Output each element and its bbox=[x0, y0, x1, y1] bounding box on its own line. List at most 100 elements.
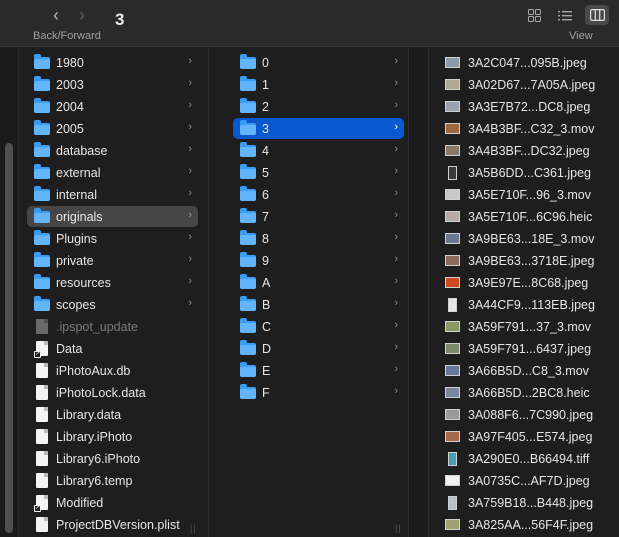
folder-item[interactable]: 2004 › bbox=[27, 96, 198, 117]
file-item[interactable]: 3A5E710F...6C96.heic bbox=[439, 206, 619, 227]
folder-item[interactable]: 1980 › bbox=[27, 52, 198, 73]
file-item[interactable]: iPhotoLock.data bbox=[27, 382, 198, 403]
folder-item[interactable]: B › bbox=[233, 294, 404, 315]
column-3-scrollbar[interactable] bbox=[409, 48, 429, 537]
image-thumbnail-icon bbox=[445, 365, 460, 376]
folder-item[interactable]: D › bbox=[233, 338, 404, 359]
view-label: View bbox=[569, 30, 593, 42]
folder-item[interactable]: 4 › bbox=[233, 140, 404, 161]
folder-item[interactable]: originals › bbox=[27, 206, 198, 227]
folder-item[interactable]: C › bbox=[233, 316, 404, 337]
file-item[interactable]: 3A66B5D...2BC8.heic bbox=[439, 382, 619, 403]
file-item[interactable]: 3A9BE63...18E_3.mov bbox=[439, 228, 619, 249]
file-item[interactable]: 3A5B6DD...C361.jpeg bbox=[439, 162, 619, 183]
back-button[interactable]: ‹ bbox=[46, 5, 66, 25]
file-item[interactable]: 3A0735C...AF7D.jpeg bbox=[439, 470, 619, 491]
folder-item[interactable]: Plugins › bbox=[27, 228, 198, 249]
scrollbar-thumb[interactable] bbox=[5, 143, 13, 533]
file-item[interactable]: 3A4B3BF...DC32.jpeg bbox=[439, 140, 619, 161]
chevron-right-icon: › bbox=[394, 209, 398, 221]
item-label: 3A59F791...37_3.mov bbox=[468, 319, 591, 334]
image-thumbnail-icon bbox=[448, 495, 457, 510]
browser-column-2[interactable]: 0 › 1 › 2 › 3 › 4 › 5 › 6 › 7 › 8 › 9 › A › B › C › D › E › F › || bbox=[208, 48, 407, 537]
list-view-button[interactable] bbox=[553, 5, 577, 25]
folder-item[interactable]: 2005 › bbox=[27, 118, 198, 139]
column-1-scrollbar[interactable] bbox=[0, 48, 19, 537]
folder-item[interactable]: F › bbox=[233, 382, 404, 403]
item-label: Library.iPhoto bbox=[56, 429, 133, 444]
item-label: 8 bbox=[262, 231, 269, 246]
folder-item[interactable]: 8 › bbox=[233, 228, 404, 249]
file-item[interactable]: ↗ Data bbox=[27, 338, 198, 359]
item-label: 2 bbox=[262, 99, 269, 114]
file-item[interactable]: Library6.temp bbox=[27, 470, 198, 491]
folder-item[interactable]: E › bbox=[233, 360, 404, 381]
folder-item[interactable]: resources › bbox=[27, 272, 198, 293]
item-label: 7 bbox=[262, 209, 269, 224]
item-label: 3A5B6DD...C361.jpeg bbox=[468, 165, 591, 180]
chevron-right-icon: › bbox=[188, 99, 192, 111]
item-label: iPhotoLock.data bbox=[56, 385, 146, 400]
column-resize-handle[interactable]: || bbox=[395, 523, 402, 533]
file-item[interactable]: 3A2C047...095B.jpeg bbox=[439, 52, 619, 73]
file-item[interactable]: 3A3E7B72...DC8.jpeg bbox=[439, 96, 619, 117]
item-label: database bbox=[56, 143, 108, 158]
folder-item[interactable]: 2 › bbox=[233, 96, 404, 117]
browser-column-3[interactable]: 3A2C047...095B.jpeg 3A02D67...7A05A.jpeg 3… bbox=[408, 48, 619, 537]
file-item[interactable]: 3A825AA...56F4F.jpeg bbox=[439, 514, 619, 535]
file-item[interactable]: 3A5E710F...96_3.mov bbox=[439, 184, 619, 205]
folder-item[interactable]: 7 › bbox=[233, 206, 404, 227]
chevron-right-icon: › bbox=[394, 275, 398, 287]
folder-item[interactable]: scopes › bbox=[27, 294, 198, 315]
folder-item[interactable]: 5 › bbox=[233, 162, 404, 183]
file-item[interactable]: Library6.iPhoto bbox=[27, 448, 198, 469]
file-item[interactable]: .ipspot_update bbox=[27, 316, 198, 337]
alias-arrow-icon: ↗ bbox=[34, 505, 41, 512]
image-thumbnail-icon bbox=[448, 297, 457, 312]
folder-item[interactable]: A › bbox=[233, 272, 404, 293]
file-item[interactable]: 3A44CF9...113EB.jpeg bbox=[439, 294, 619, 315]
file-item[interactable]: ProjectDBVersion.plist bbox=[27, 514, 198, 535]
folder-item[interactable]: private › bbox=[27, 250, 198, 271]
icon-view-button[interactable] bbox=[522, 5, 546, 25]
folder-item[interactable]: 1 › bbox=[233, 74, 404, 95]
document-icon bbox=[36, 451, 48, 466]
folder-icon bbox=[240, 207, 256, 223]
folder-item[interactable]: 3 › bbox=[233, 118, 404, 139]
column-view-button[interactable] bbox=[585, 5, 609, 25]
forward-button[interactable]: › bbox=[72, 5, 92, 25]
folder-item[interactable]: 6 › bbox=[233, 184, 404, 205]
alias-document-icon: ↗ bbox=[34, 341, 48, 358]
image-thumbnail-icon bbox=[445, 475, 460, 486]
file-item[interactable]: 3A02D67...7A05A.jpeg bbox=[439, 74, 619, 95]
file-item[interactable]: 3A9BE63...3718E.jpeg bbox=[439, 250, 619, 271]
folder-item[interactable]: 9 › bbox=[233, 250, 404, 271]
column-resize-handle[interactable]: || bbox=[190, 523, 197, 533]
folder-item[interactable]: 2003 › bbox=[27, 74, 198, 95]
folder-item[interactable]: internal › bbox=[27, 184, 198, 205]
file-item[interactable]: 3A290E0...B66494.tiff bbox=[439, 448, 619, 469]
file-item[interactable]: 3A088F6...7C990.jpeg bbox=[439, 404, 619, 425]
browser-column-1[interactable]: 1980 › 2003 › 2004 › 2005 › database › external › in… bbox=[0, 48, 207, 537]
chevron-right-icon: › bbox=[394, 231, 398, 243]
folder-item[interactable]: 0 › bbox=[233, 52, 404, 73]
file-item[interactable]: 3A66B5D...C8_3.mov bbox=[439, 360, 619, 381]
file-item[interactable]: Library.iPhoto bbox=[27, 426, 198, 447]
file-item[interactable]: 3A4B3BF...C32_3.mov bbox=[439, 118, 619, 139]
file-item[interactable]: 3A59F791...6437.jpeg bbox=[439, 338, 619, 359]
image-thumbnail-icon bbox=[445, 123, 460, 134]
image-thumbnail-icon bbox=[445, 255, 460, 266]
file-item[interactable]: iPhotoAux.db bbox=[27, 360, 198, 381]
item-label: Data bbox=[56, 341, 83, 356]
chevron-right-icon: › bbox=[394, 297, 398, 309]
file-item[interactable]: Library.data bbox=[27, 404, 198, 425]
file-item[interactable]: ↗ Modified bbox=[27, 492, 198, 513]
folder-item[interactable]: external › bbox=[27, 162, 198, 183]
folder-item[interactable]: database › bbox=[27, 140, 198, 161]
folder-icon bbox=[240, 339, 256, 355]
folder-icon bbox=[240, 141, 256, 157]
file-item[interactable]: 3A759B18...B448.jpeg bbox=[439, 492, 619, 513]
file-item[interactable]: 3A97F405...E574.jpeg bbox=[439, 426, 619, 447]
file-item[interactable]: 3A9E97E...8C68.jpeg bbox=[439, 272, 619, 293]
file-item[interactable]: 3A59F791...37_3.mov bbox=[439, 316, 619, 337]
